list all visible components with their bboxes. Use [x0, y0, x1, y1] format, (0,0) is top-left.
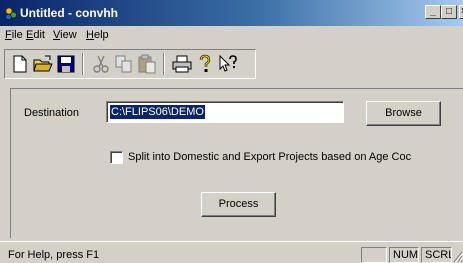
destination-label: Destination: [24, 107, 80, 119]
toolbar-separator: [163, 53, 165, 75]
new-button[interactable]: [9, 53, 31, 75]
toolbar: [4, 49, 256, 79]
menu-help[interactable]: Help: [86, 29, 109, 41]
status-scroll-indicator: SCRL: [421, 247, 452, 263]
split-checkbox[interactable]: [110, 151, 123, 164]
destination-value: C:\FLIPS06\DEMO: [110, 105, 205, 119]
save-icon: [57, 55, 75, 73]
status-num-indicator: NUM: [389, 247, 419, 263]
browse-button[interactable]: Browse: [366, 101, 441, 126]
destination-input[interactable]: C:\FLIPS06\DEMO: [106, 101, 344, 123]
open-button[interactable]: [32, 53, 54, 75]
print-icon: [172, 55, 192, 73]
resize-grip-icon[interactable]: [452, 250, 463, 263]
about-icon: [199, 54, 211, 72]
menu-edit[interactable]: Edit: [26, 29, 45, 41]
minimize-button[interactable]: _: [425, 5, 441, 19]
app-window: Untitled - convhh _ □ × File Edit View H…: [0, 0, 463, 263]
menu-file[interactable]: File: [5, 29, 23, 41]
split-checkbox-label[interactable]: Split into Domestic and Export Projects …: [128, 151, 411, 163]
new-file-icon: [13, 55, 27, 73]
copy-icon: [115, 55, 132, 73]
status-bar: For Help, press F1 NUM SCRL: [0, 241, 463, 263]
open-folder-icon: [33, 55, 53, 72]
cut-icon: [93, 55, 109, 73]
about-button[interactable]: [194, 53, 216, 75]
toolbar-separator: [82, 53, 84, 75]
process-button[interactable]: Process: [201, 192, 276, 217]
close-button[interactable]: ×: [459, 5, 463, 19]
menu-bar: File Edit View Help: [0, 26, 463, 46]
menu-view[interactable]: View: [53, 29, 77, 41]
status-caps-indicator: [361, 247, 387, 263]
save-button[interactable]: [55, 53, 77, 75]
cut-button[interactable]: [90, 53, 112, 75]
status-message: For Help, press F1: [8, 249, 100, 261]
title-bar[interactable]: Untitled - convhh _ □ ×: [0, 0, 463, 26]
window-title: Untitled - convhh: [20, 6, 118, 20]
maximize-icon: □: [445, 6, 453, 17]
maximize-button[interactable]: □: [441, 5, 457, 19]
context-help-icon: [219, 54, 237, 72]
minimize-icon: _: [430, 6, 436, 17]
context-help-button[interactable]: [217, 53, 239, 75]
paste-button[interactable]: [136, 53, 158, 75]
paste-icon: [138, 54, 156, 74]
app-icon: [5, 7, 17, 21]
copy-button[interactable]: [113, 53, 135, 75]
print-button[interactable]: [171, 53, 193, 75]
